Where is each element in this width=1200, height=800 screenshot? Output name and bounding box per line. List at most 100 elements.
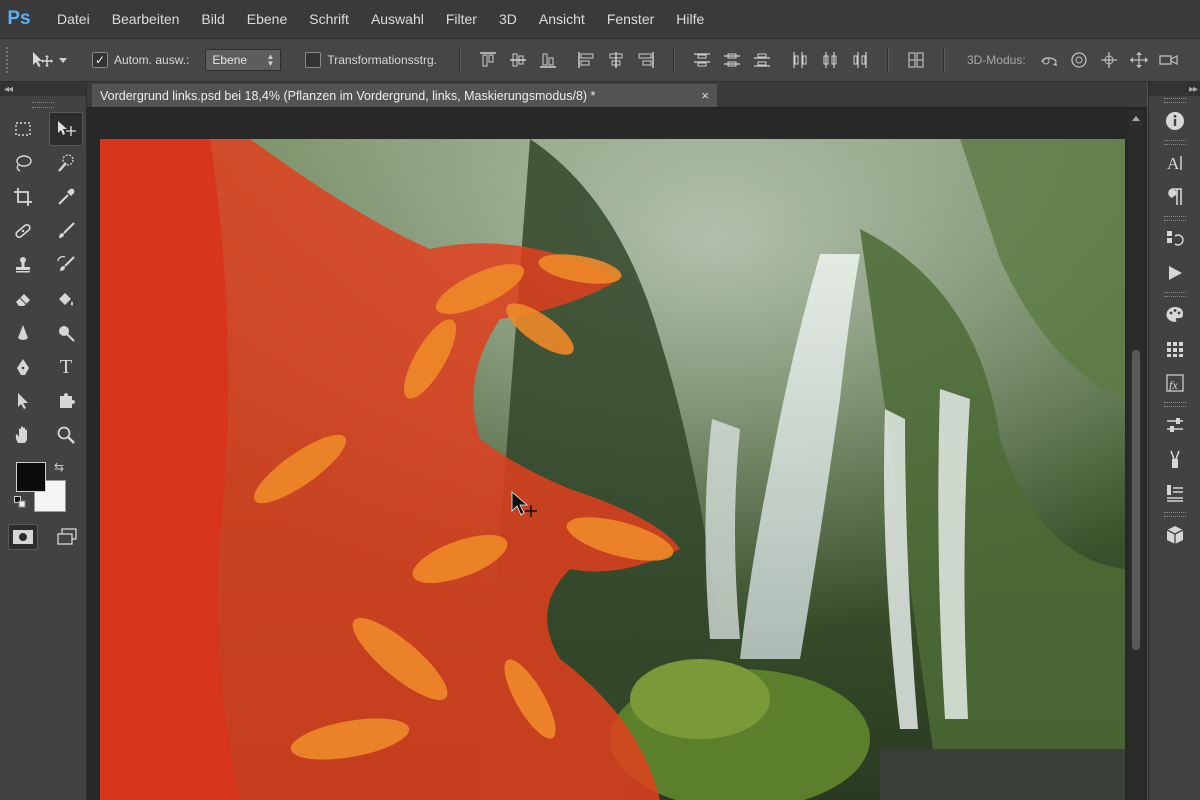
dock-grip[interactable] bbox=[1149, 96, 1200, 104]
paint-bucket-tool[interactable] bbox=[49, 282, 83, 316]
zoom-tool[interactable] bbox=[49, 418, 83, 452]
info-panel-button[interactable] bbox=[1149, 104, 1200, 138]
distribute-horizontal-centers-button[interactable] bbox=[815, 48, 845, 72]
default-colors-icon[interactable] bbox=[14, 496, 26, 508]
color-panel-button[interactable] bbox=[1149, 298, 1200, 332]
eraser-tool[interactable] bbox=[6, 282, 40, 316]
menu-3d[interactable]: 3D bbox=[488, 11, 528, 27]
transform-controls-option[interactable]: Transformationsstrg. bbox=[305, 52, 437, 68]
options-divider bbox=[458, 47, 461, 73]
distribute-left-button[interactable] bbox=[785, 48, 815, 72]
dock-grip[interactable] bbox=[1149, 290, 1200, 298]
expand-panels-icon[interactable]: ▸▸ bbox=[1189, 84, 1198, 95]
foreground-color-swatch[interactable] bbox=[16, 462, 46, 492]
dock-header[interactable]: ▸▸ bbox=[1149, 82, 1200, 96]
scroll-up-arrow-icon[interactable] bbox=[1132, 116, 1140, 121]
history-brush-tool[interactable] bbox=[49, 248, 83, 282]
transform-controls-checkbox[interactable] bbox=[305, 52, 322, 68]
menu-schrift[interactable]: Schrift bbox=[298, 11, 360, 27]
quick-selection-tool[interactable] bbox=[49, 146, 83, 180]
align-vertical-centers-button[interactable] bbox=[503, 48, 533, 72]
menu-ebene[interactable]: Ebene bbox=[236, 11, 298, 27]
swatches-panel-button[interactable] bbox=[1149, 332, 1200, 366]
3d-panel-button[interactable] bbox=[1149, 518, 1200, 552]
type-tool[interactable]: T bbox=[49, 350, 83, 384]
dodge-tool[interactable] bbox=[49, 316, 83, 350]
distribute-vertical-centers-button[interactable] bbox=[717, 48, 747, 72]
3d-rotate-button[interactable] bbox=[1034, 48, 1064, 72]
tools-panel-header[interactable]: ◂◂ bbox=[0, 82, 86, 96]
menu-bild[interactable]: Bild bbox=[190, 11, 235, 27]
menu-filter[interactable]: Filter bbox=[435, 11, 488, 27]
align-vertical-center-icon bbox=[509, 53, 526, 67]
align-bottom-edges-button[interactable] bbox=[533, 48, 563, 72]
paragraph-icon bbox=[1168, 188, 1182, 205]
align-right-edges-button[interactable] bbox=[631, 48, 661, 72]
spot-healing-brush-tool[interactable] bbox=[6, 214, 40, 248]
eyedropper-tool[interactable] bbox=[49, 180, 83, 214]
menu-datei[interactable]: Datei bbox=[46, 11, 101, 27]
info-icon bbox=[1166, 112, 1184, 130]
marquee-icon bbox=[15, 122, 31, 136]
menu-auswahl[interactable]: Auswahl bbox=[360, 11, 435, 27]
dock-grip[interactable] bbox=[1149, 510, 1200, 518]
adjustments-panel-button[interactable] bbox=[1149, 408, 1200, 442]
rectangular-marquee-tool[interactable] bbox=[6, 112, 40, 146]
3d-drag-button[interactable] bbox=[1094, 48, 1124, 72]
clone-stamp-tool[interactable] bbox=[6, 248, 40, 282]
align-top-edges-button[interactable] bbox=[473, 48, 503, 72]
palette-icon bbox=[1166, 307, 1183, 322]
brush-tool[interactable] bbox=[49, 214, 83, 248]
align-horizontal-centers-button[interactable] bbox=[601, 48, 631, 72]
dock-grip[interactable] bbox=[1149, 138, 1200, 146]
auto-align-layers-button[interactable] bbox=[901, 48, 931, 72]
distribute-top-button[interactable] bbox=[687, 48, 717, 72]
actions-panel-button[interactable] bbox=[1149, 256, 1200, 290]
dock-grip[interactable] bbox=[1149, 400, 1200, 408]
auto-select-option[interactable]: ✓ Autom. ausw.: bbox=[92, 52, 189, 68]
3d-scale-button[interactable] bbox=[1154, 48, 1184, 72]
blur-tool[interactable] bbox=[6, 316, 40, 350]
vertical-scrollbar[interactable] bbox=[1129, 110, 1143, 800]
custom-shape-tool[interactable] bbox=[49, 384, 83, 418]
menu-ansicht[interactable]: Ansicht bbox=[528, 11, 596, 27]
path-selection-tool[interactable] bbox=[6, 384, 40, 418]
scrollbar-thumb[interactable] bbox=[1132, 350, 1140, 650]
auto-select-checkbox[interactable]: ✓ bbox=[92, 52, 108, 68]
move-tool[interactable] bbox=[49, 112, 83, 146]
styles-panel-button[interactable]: fx bbox=[1149, 366, 1200, 400]
distribute-bottom-button[interactable] bbox=[747, 48, 777, 72]
paragraph-panel-button[interactable] bbox=[1149, 180, 1200, 214]
hand-tool[interactable] bbox=[6, 418, 40, 452]
collapse-panel-icon[interactable]: ◂◂ bbox=[4, 84, 13, 95]
document-tab[interactable]: Vordergrund links.psd bei 18,4% (Pflanze… bbox=[92, 84, 717, 107]
align-left-edges-button[interactable] bbox=[571, 48, 601, 72]
character-panel-button[interactable]: A bbox=[1149, 146, 1200, 180]
stepper-arrows-icon: ▲ ▼ bbox=[266, 52, 275, 68]
menu-fenster[interactable]: Fenster bbox=[596, 11, 665, 27]
tool-preset-picker[interactable] bbox=[30, 50, 78, 70]
menu-hilfe[interactable]: Hilfe bbox=[665, 11, 715, 27]
swatches-grid-icon bbox=[1167, 342, 1183, 357]
options-bar-grip[interactable] bbox=[6, 47, 14, 73]
dock-grip[interactable] bbox=[1149, 214, 1200, 222]
quick-mask-mode-button[interactable] bbox=[8, 524, 38, 550]
pen-tool[interactable] bbox=[6, 350, 40, 384]
lasso-tool[interactable] bbox=[6, 146, 40, 180]
history-panel-button[interactable] bbox=[1149, 222, 1200, 256]
3d-slide-button[interactable] bbox=[1124, 48, 1154, 72]
layers-panel-button[interactable] bbox=[1149, 476, 1200, 510]
swap-colors-icon[interactable]: ⇆ bbox=[54, 460, 64, 474]
auto-select-target-dropdown[interactable]: Ebene ▲ ▼ bbox=[205, 49, 282, 71]
move-tool-icon bbox=[58, 121, 76, 136]
crop-tool[interactable] bbox=[6, 180, 40, 214]
distribute-right-button[interactable] bbox=[845, 48, 875, 72]
document-canvas[interactable] bbox=[100, 139, 1125, 800]
brush-presets-panel-button[interactable] bbox=[1149, 442, 1200, 476]
screen-mode-button[interactable] bbox=[52, 524, 82, 550]
menu-bearbeiten[interactable]: Bearbeiten bbox=[101, 11, 191, 27]
tools-panel-grip[interactable] bbox=[32, 102, 54, 108]
quick-selection-icon bbox=[58, 154, 74, 172]
close-icon[interactable]: × bbox=[701, 88, 709, 103]
3d-roll-button[interactable] bbox=[1064, 48, 1094, 72]
